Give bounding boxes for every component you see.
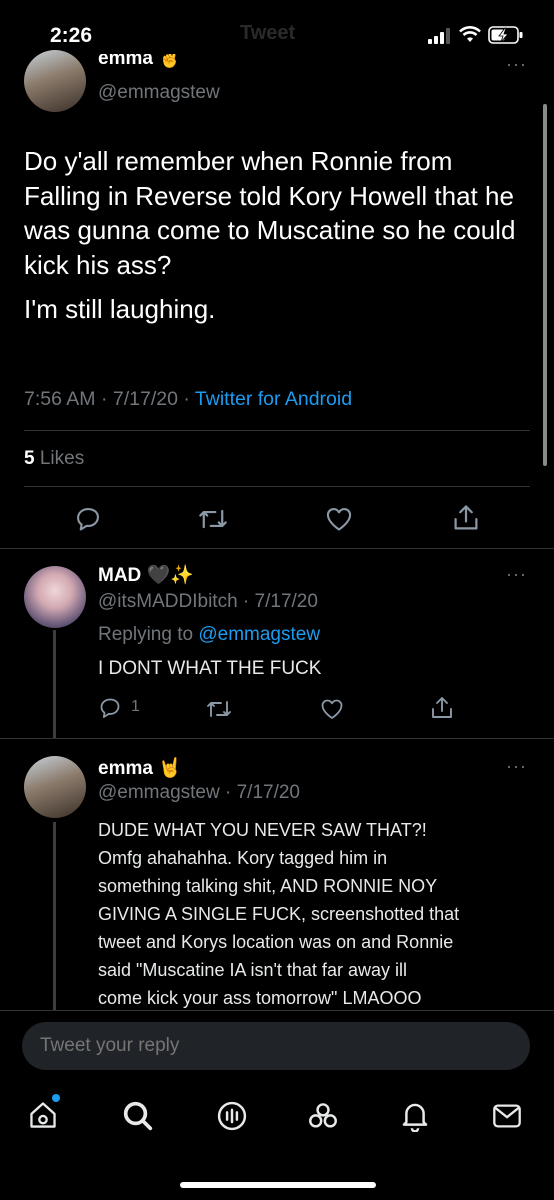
reply-display-name[interactable]: emma 🤘 — [98, 756, 182, 780]
reply-text: DUDE WHAT YOU NEVER SAW THAT?! Omfg ahah… — [98, 820, 460, 1008]
signal-icon — [428, 28, 454, 44]
reply-author-avatar[interactable] — [24, 566, 86, 628]
home-icon[interactable] — [28, 1094, 60, 1130]
spaces-icon[interactable] — [216, 1100, 248, 1132]
divider — [24, 486, 530, 487]
reply-display-name[interactable]: MAD 🖤✨ — [98, 563, 194, 587]
tweet-source-link[interactable]: Twitter for Android — [195, 388, 352, 410]
replying-to-handle[interactable]: @emmagstew — [198, 624, 320, 645]
reply-handle-date[interactable]: @emmagstew · 7/17/20 — [98, 782, 300, 804]
wifi-icon — [458, 26, 482, 44]
search-icon[interactable] — [122, 1100, 154, 1132]
divider — [0, 738, 554, 739]
tweet-timestamp: 7:56 AM · 7/17/20 · — [24, 388, 195, 410]
likes-stat[interactable]: 5 Likes — [24, 448, 84, 470]
more-options-icon[interactable]: ··· — [506, 564, 527, 585]
like-icon[interactable] — [325, 506, 353, 532]
divider — [24, 430, 530, 431]
communities-icon[interactable] — [306, 1100, 340, 1132]
retweet-icon[interactable] — [198, 506, 228, 532]
status-time: 2:26 — [50, 24, 93, 47]
battery-icon — [488, 26, 524, 44]
home-indicator — [180, 1182, 376, 1188]
replying-to: Replying to @emmagstew — [98, 624, 321, 645]
retweet-icon[interactable] — [206, 698, 232, 720]
author-display-name[interactable]: emma ✌️ — [98, 54, 182, 70]
notifications-icon[interactable] — [400, 1100, 430, 1132]
faded-header-title: Tweet — [240, 22, 296, 44]
name-emoji: 🖤✨ — [146, 565, 194, 586]
tweet-body: Do y'all remember when Ronnie from Falli… — [24, 144, 524, 327]
author-handle[interactable]: @emmagstew — [98, 82, 220, 104]
name-emoji: ✌️ — [158, 54, 182, 69]
notification-dot — [52, 1094, 60, 1102]
author-avatar[interactable] — [24, 50, 86, 112]
share-icon[interactable] — [430, 695, 454, 721]
tweet-meta: 7:56 AM · 7/17/20 · Twitter for Android — [24, 388, 352, 411]
thread-line — [53, 630, 56, 738]
reply-icon[interactable] — [98, 696, 122, 720]
reply-icon[interactable] — [74, 505, 102, 533]
more-options-icon[interactable]: ··· — [506, 54, 527, 75]
reply-author-avatar[interactable] — [24, 756, 86, 818]
reply-handle-date[interactable]: @itsMADDIbitch · 7/17/20 — [98, 591, 318, 613]
compose-bar — [0, 1010, 554, 1078]
like-icon[interactable] — [320, 698, 344, 720]
reply-text: I DONT WHAT THE FUCK — [98, 658, 322, 679]
tweet-text-paragraph-2: I'm still laughing. — [24, 294, 216, 324]
messages-icon[interactable] — [492, 1102, 522, 1130]
reply-count: 1 — [131, 698, 140, 715]
thread-line — [53, 822, 56, 1010]
tweet-text-paragraph-1: Do y'all remember when Ronnie from Falli… — [24, 146, 516, 280]
tweet-reply-input[interactable] — [22, 1022, 530, 1070]
more-options-icon[interactable]: ··· — [506, 756, 527, 777]
share-icon[interactable] — [452, 503, 480, 533]
name-emoji: 🤘 — [158, 758, 182, 779]
scrollbar[interactable] — [543, 104, 547, 466]
divider — [0, 548, 554, 549]
